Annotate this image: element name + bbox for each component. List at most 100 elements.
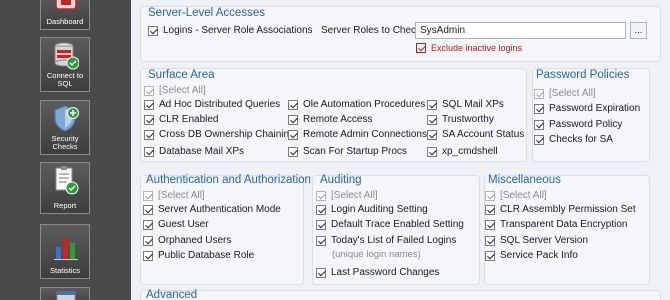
auditing-select-all[interactable]: [Select All] [316, 189, 378, 202]
section-title-miscellaneous: Miscellaneous [488, 174, 561, 186]
auth-guest-user-checkbox[interactable]: Guest User [143, 218, 209, 231]
checkbox-checked-icon [485, 190, 495, 201]
checkbox-label: xp_cmdshell [442, 146, 498, 157]
surface-sql-mail-checkbox[interactable]: SQL Mail XPs [427, 98, 504, 111]
password-policy-checkbox[interactable]: Password Policy [534, 118, 622, 131]
sidebar-item-label: Connect to SQL [46, 71, 84, 88]
checkbox-checked-icon [144, 99, 154, 110]
sidebar-item-label: Report [53, 201, 77, 210]
exclude-inactive-logins-checkbox[interactable]: Exclude inactive logins [416, 41, 522, 54]
password-policies-panel [532, 68, 650, 162]
checkbox-label: Default Trace Enabled Setting [331, 219, 464, 230]
server-roles-input[interactable]: SysAdmin [415, 22, 626, 39]
checkbox-checked-icon [144, 129, 154, 140]
auditing-failed-logins-checkbox[interactable]: Today's List of Failed Logins [316, 234, 456, 247]
surface-area-select-all[interactable]: [Select All] [144, 84, 206, 97]
section-title-surface-area: Surface Area [148, 69, 215, 81]
server-roles-label: Server Roles to Check: [321, 25, 424, 36]
misc-tde-checkbox[interactable]: Transparent Data Encryption [485, 218, 627, 231]
checkbox-label: SQL Mail XPs [442, 99, 504, 110]
checkbox-label: CLR Assembly Permission Set [500, 204, 636, 215]
section-title-server-level: Server-Level Accesses [148, 7, 265, 19]
checkbox-checked-icon [416, 42, 426, 53]
checkbox-label: Server Authentication Mode [158, 204, 281, 215]
checkbox-checked-icon [316, 219, 326, 230]
checkbox-checked-icon [427, 129, 437, 140]
checkbox-label: Orphaned Users [158, 235, 232, 246]
sidebar-item-report[interactable]: Report [40, 162, 90, 214]
surface-remote-admin-checkbox[interactable]: Remote Admin Connections [288, 128, 427, 141]
sidebar-item-label: Dashboard [46, 17, 84, 26]
surface-clr-enabled-checkbox[interactable]: CLR Enabled [144, 113, 218, 126]
checkbox-label: Scan For Startup Procs [303, 146, 407, 157]
checkbox-checked-icon [288, 146, 298, 157]
sidebar-item-label: Security Checks [51, 134, 79, 151]
logins-role-associations-checkbox[interactable]: Logins - Server Role Associations [148, 24, 313, 37]
surface-database-mail-checkbox[interactable]: Database Mail XPs [144, 145, 244, 158]
section-title-auth: Authentication and Authorization [146, 174, 311, 186]
surface-cross-db-checkbox[interactable]: Cross DB Ownership Chaining [144, 128, 295, 141]
checkbox-checked-icon [316, 204, 326, 215]
sidebar-item-statistics[interactable]: Statistics [40, 224, 90, 279]
auth-server-mode-checkbox[interactable]: Server Authentication Mode [143, 203, 281, 216]
checkbox-label: [Select All] [159, 85, 206, 96]
sidebar-item-dashboard[interactable]: Dashboard [40, 0, 90, 30]
sidebar-item-label: Statistics [49, 266, 80, 275]
bar-chart-icon [54, 239, 78, 260]
checkbox-checked-icon [534, 134, 544, 145]
surface-xp-cmdshell-checkbox[interactable]: xp_cmdshell [427, 145, 498, 158]
checkbox-checked-icon [143, 219, 153, 230]
misc-clr-assembly-checkbox[interactable]: CLR Assembly Permission Set [485, 203, 636, 216]
sidebar-item-security-checks[interactable]: Security Checks [40, 100, 90, 155]
sidebar-item-connect-to-sql[interactable]: Connect to SQL [40, 37, 90, 92]
database-connect-icon [54, 42, 79, 70]
checkbox-checked-icon [144, 114, 154, 125]
browse-roles-button[interactable]: ... [630, 22, 647, 39]
checkbox-label: Logins - Server Role Associations [163, 25, 313, 36]
auth-public-db-role-checkbox[interactable]: Public Database Role [143, 249, 254, 262]
misc-service-pack-checkbox[interactable]: Service Pack Info [485, 249, 578, 262]
checkbox-label: Ole Automation Procedures [303, 99, 426, 110]
checkbox-checked-icon [288, 129, 298, 140]
checkbox-label: Database Mail XPs [159, 146, 245, 157]
surface-ole-automation-checkbox[interactable]: Ole Automation Procedures [288, 98, 425, 111]
checkbox-label: CLR Enabled [159, 114, 219, 125]
sidebar-item-more[interactable] [40, 287, 90, 300]
checkbox-label: [Select All] [158, 190, 205, 201]
surface-remote-access-checkbox[interactable]: Remote Access [288, 113, 372, 126]
checkbox-checked-icon [143, 235, 153, 246]
checkbox-label: Public Database Role [158, 250, 255, 261]
checks-for-sa-checkbox[interactable]: Checks for SA [534, 133, 613, 146]
surface-sa-account-checkbox[interactable]: SA Account Status [427, 128, 524, 141]
auth-select-all[interactable]: [Select All] [143, 189, 205, 202]
surface-ad-hoc-checkbox[interactable]: Ad Hoc Distributed Queries [144, 98, 280, 111]
checkbox-checked-icon [534, 88, 544, 99]
checkbox-checked-icon [288, 99, 298, 110]
password-select-all[interactable]: [Select All] [534, 87, 596, 100]
checkbox-checked-icon [143, 190, 153, 201]
surface-trustworthy-checkbox[interactable]: Trustworthy [427, 113, 494, 126]
password-expiration-checkbox[interactable]: Password Expiration [534, 102, 640, 115]
checkbox-label: Login Auditing Setting [331, 204, 428, 215]
checkbox-label: Password Policy [549, 119, 623, 130]
auditing-login-setting-checkbox[interactable]: Login Auditing Setting [316, 203, 428, 216]
security-shield-icon [54, 105, 79, 132]
checkbox-checked-icon [144, 146, 154, 157]
checkbox-label: [Select All] [549, 88, 596, 99]
checkbox-checked-icon [427, 146, 437, 157]
misc-select-all[interactable]: [Select All] [485, 189, 547, 202]
section-title-advanced: Advanced [146, 289, 198, 300]
checkbox-checked-icon [485, 204, 495, 215]
main-content: Server-Level Accesses Logins - Server Ro… [133, 0, 670, 300]
auditing-default-trace-checkbox[interactable]: Default Trace Enabled Setting [316, 218, 464, 231]
checkbox-checked-icon [534, 119, 544, 130]
auth-orphaned-users-checkbox[interactable]: Orphaned Users [143, 234, 231, 247]
sidebar: Dashboard Connect to SQL Security Checks [0, 0, 131, 300]
misc-sql-version-checkbox[interactable]: SQL Server Version [485, 234, 588, 247]
surface-scan-startup-checkbox[interactable]: Scan For Startup Procs [288, 145, 407, 158]
checkbox-checked-icon [427, 99, 437, 110]
checkbox-label: SQL Server Version [500, 235, 589, 246]
checkbox-label: Transparent Data Encryption [500, 219, 628, 230]
checkbox-label: Ad Hoc Distributed Queries [159, 99, 281, 110]
auditing-last-password-changes-checkbox[interactable]: Last Password Changes [316, 266, 439, 279]
